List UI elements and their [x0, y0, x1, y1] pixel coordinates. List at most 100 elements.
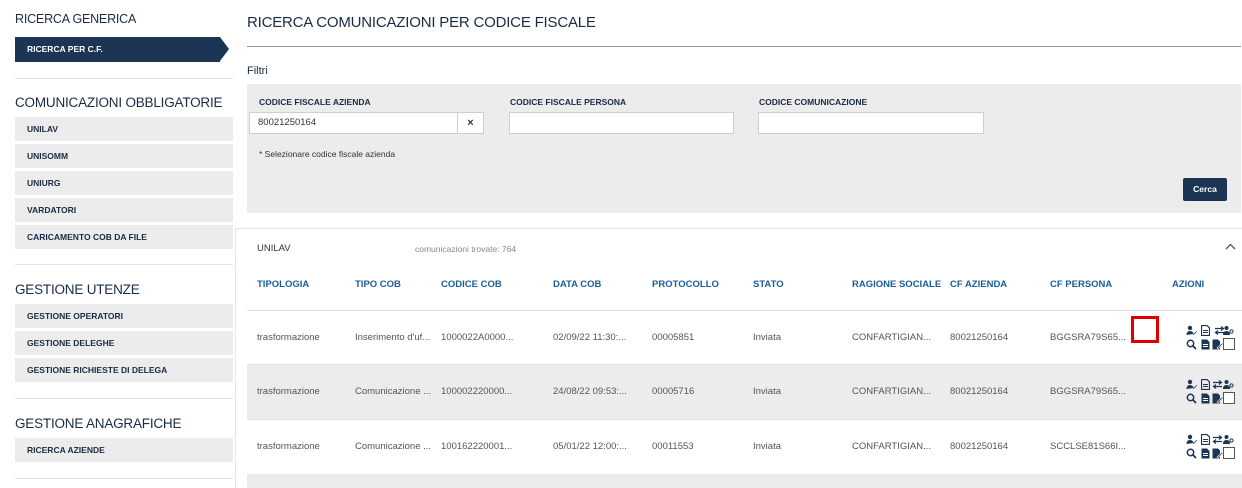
cell-data-cob: 05/01/22 12:00:... — [553, 441, 627, 452]
cell-cf-azienda: 80021250164 — [950, 386, 1009, 397]
codice-comunicazione-input[interactable] — [758, 112, 984, 134]
sidebar-item-ricerca-aziende[interactable]: RICERCA AZIENDE — [15, 438, 233, 462]
sidebar-item-gestione-deleghe[interactable]: GESTIONE DELEGHE — [15, 331, 233, 355]
cell-tipo-cob: Comunicazione ... — [355, 441, 432, 452]
row-actions — [1168, 377, 1235, 409]
sidebar-item-unisomm[interactable]: UNISOMM — [15, 144, 233, 168]
file-edit-icon[interactable] — [1212, 393, 1224, 408]
sidebar-section-comunicazioni: COMUNICAZIONI OBBLIGATORIE — [15, 95, 223, 110]
cell-codice-cob: 100162220001... — [441, 441, 513, 452]
column-header-stato[interactable]: STATO — [753, 279, 784, 290]
table-row[interactable]: trasformazione Comunicazione ... 1001622… — [247, 420, 1242, 474]
title-divider — [247, 46, 1241, 47]
cell-cf-azienda: 80021250164 — [950, 441, 1009, 452]
cell-data-cob: 24/08/22 09:53:... — [553, 386, 627, 397]
cell-protocollo: 00011553 — [652, 441, 694, 452]
cf-azienda-input[interactable]: 80021250164 — [249, 112, 458, 134]
cell-tipologia: trasformazione — [257, 441, 320, 452]
transfer-icon[interactable] — [1212, 379, 1223, 394]
column-header-cf-persona[interactable]: CF PERSONA — [1050, 279, 1112, 290]
sidebar-item-unilav[interactable]: UNILAV — [15, 117, 233, 141]
cell-ragione-sociale: CONFARTIGIAN... — [852, 332, 932, 343]
page-title: RICERCA COMUNICAZIONI PER CODICE FISCALE — [247, 14, 596, 31]
cell-tipologia: trasformazione — [257, 386, 320, 397]
document-icon[interactable] — [1200, 433, 1211, 449]
clear-cf-azienda-button[interactable]: × — [458, 112, 484, 134]
document-icon[interactable] — [1200, 324, 1211, 340]
row-select-checkbox[interactable] — [1223, 447, 1235, 459]
cell-cf-persona: BGGSRA79S65... — [1050, 332, 1127, 343]
cf-azienda-label: CODICE FISCALE AZIENDA — [259, 97, 371, 107]
sidebar-section-gestione-anagrafiche: GESTIONE ANAGRAFICHE — [15, 416, 182, 431]
highlight-box — [1131, 316, 1159, 343]
cell-stato: Inviata — [753, 441, 781, 452]
chevron-up-icon[interactable] — [1225, 239, 1236, 253]
results-section-title: UNILAV — [257, 243, 291, 254]
cf-persona-input[interactable] — [509, 112, 734, 134]
column-header-ragione-sociale[interactable]: RAGIONE SOCIALE — [852, 279, 941, 290]
sidebar-item-vardatori[interactable]: VARDATORI — [15, 198, 233, 222]
sidebar-item-uniurg[interactable]: UNIURG — [15, 171, 233, 195]
table-row[interactable]: trasformazione Comunicazione ... 1000022… — [247, 365, 1242, 419]
column-header-tipo-cob[interactable]: TIPO COB — [355, 279, 401, 290]
cell-stato: Inviata — [753, 386, 781, 397]
column-header-codice-cob[interactable]: CODICE COB — [441, 279, 502, 290]
sidebar: RICERCA GENERICA RICERCA PER C.F. COMUNI… — [0, 0, 235, 488]
codice-comunicazione-label: CODICE COMUNICAZIONE — [759, 97, 868, 107]
table-row-partial — [247, 474, 1242, 488]
cell-protocollo: 00005716 — [652, 386, 695, 397]
cell-ragione-sociale: CONFARTIGIAN... — [852, 386, 932, 397]
sidebar-divider — [15, 78, 233, 79]
sidebar-divider — [15, 264, 233, 265]
search-icon[interactable] — [1186, 393, 1197, 408]
cell-protocollo: 00005851 — [652, 332, 695, 343]
cell-cf-azienda: 80021250164 — [950, 332, 1009, 343]
row-actions — [1168, 432, 1235, 464]
cell-cf-persona: BGGSRA79S65... — [1050, 386, 1127, 397]
column-header-azioni: AZIONI — [1172, 279, 1205, 290]
file-edit-icon[interactable] — [1212, 339, 1224, 354]
document-icon[interactable] — [1200, 378, 1211, 394]
file-icon[interactable] — [1201, 393, 1210, 408]
search-icon[interactable] — [1186, 448, 1197, 463]
cell-tipo-cob: Inserimento d'uf... — [355, 332, 431, 343]
filter-panel: CODICE FISCALE AZIENDA 80021250164 × COD… — [247, 84, 1241, 213]
sidebar-item-gestione-richieste-delega[interactable]: GESTIONE RICHIESTE DI DELEGA — [15, 358, 233, 382]
sidebar-divider — [15, 478, 233, 479]
sidebar-item-gestione-operatori[interactable]: GESTIONE OPERATORI — [15, 304, 233, 328]
cell-codice-cob: 1000022A0000... — [441, 332, 514, 343]
sidebar-item-ricerca-per-cf[interactable]: RICERCA PER C.F. — [15, 37, 220, 62]
file-edit-icon[interactable] — [1212, 448, 1224, 463]
cell-cf-persona: SCCLSE81S66I... — [1050, 441, 1127, 452]
table-row[interactable]: trasformazione Inserimento d'uf... 10000… — [247, 311, 1242, 365]
user-edit-icon[interactable] — [1186, 379, 1197, 394]
cf-persona-label: CODICE FISCALE PERSONA — [510, 97, 627, 107]
cell-tipologia: trasformazione — [257, 332, 320, 343]
cell-codice-cob: 100002220000... — [441, 386, 513, 397]
sidebar-section-ricerca-generica[interactable]: RICERCA GENERICA — [15, 12, 136, 26]
cell-ragione-sociale: CONFARTIGIAN... — [852, 441, 932, 452]
cerca-button[interactable]: Cerca — [1183, 178, 1227, 201]
row-select-checkbox[interactable] — [1223, 338, 1235, 350]
transfer-icon[interactable] — [1212, 434, 1223, 449]
sidebar-item-caricamento-cob[interactable]: CARICAMENTO COB DA FILE — [15, 225, 233, 249]
row-select-checkbox[interactable] — [1223, 392, 1235, 404]
column-header-tipologia[interactable]: TIPOLOGIA — [257, 279, 309, 290]
results-divider — [235, 228, 1242, 229]
sidebar-section-gestione-utenze: GESTIONE UTENZE — [15, 282, 140, 297]
sidebar-divider — [15, 398, 233, 399]
column-header-data-cob[interactable]: DATA COB — [553, 279, 601, 290]
file-icon[interactable] — [1201, 339, 1210, 354]
search-icon[interactable] — [1186, 339, 1197, 354]
column-header-cf-azienda[interactable]: CF AZIENDA — [950, 279, 1007, 290]
user-edit-icon[interactable] — [1186, 434, 1197, 449]
filter-hint: * Selezionare codice fiscale azienda — [259, 149, 396, 159]
cell-tipo-cob: Comunicazione ... — [355, 386, 432, 397]
user-edit-icon[interactable] — [1186, 325, 1197, 340]
row-actions — [1168, 323, 1235, 355]
column-header-protocollo[interactable]: PROTOCOLLO — [652, 279, 719, 290]
file-icon[interactable] — [1201, 448, 1210, 463]
cell-data-cob: 02/09/22 11:30:... — [553, 332, 627, 343]
filters-heading: Filtri — [247, 65, 268, 77]
results-count: comunicazioni trovate: 764 — [415, 244, 517, 254]
